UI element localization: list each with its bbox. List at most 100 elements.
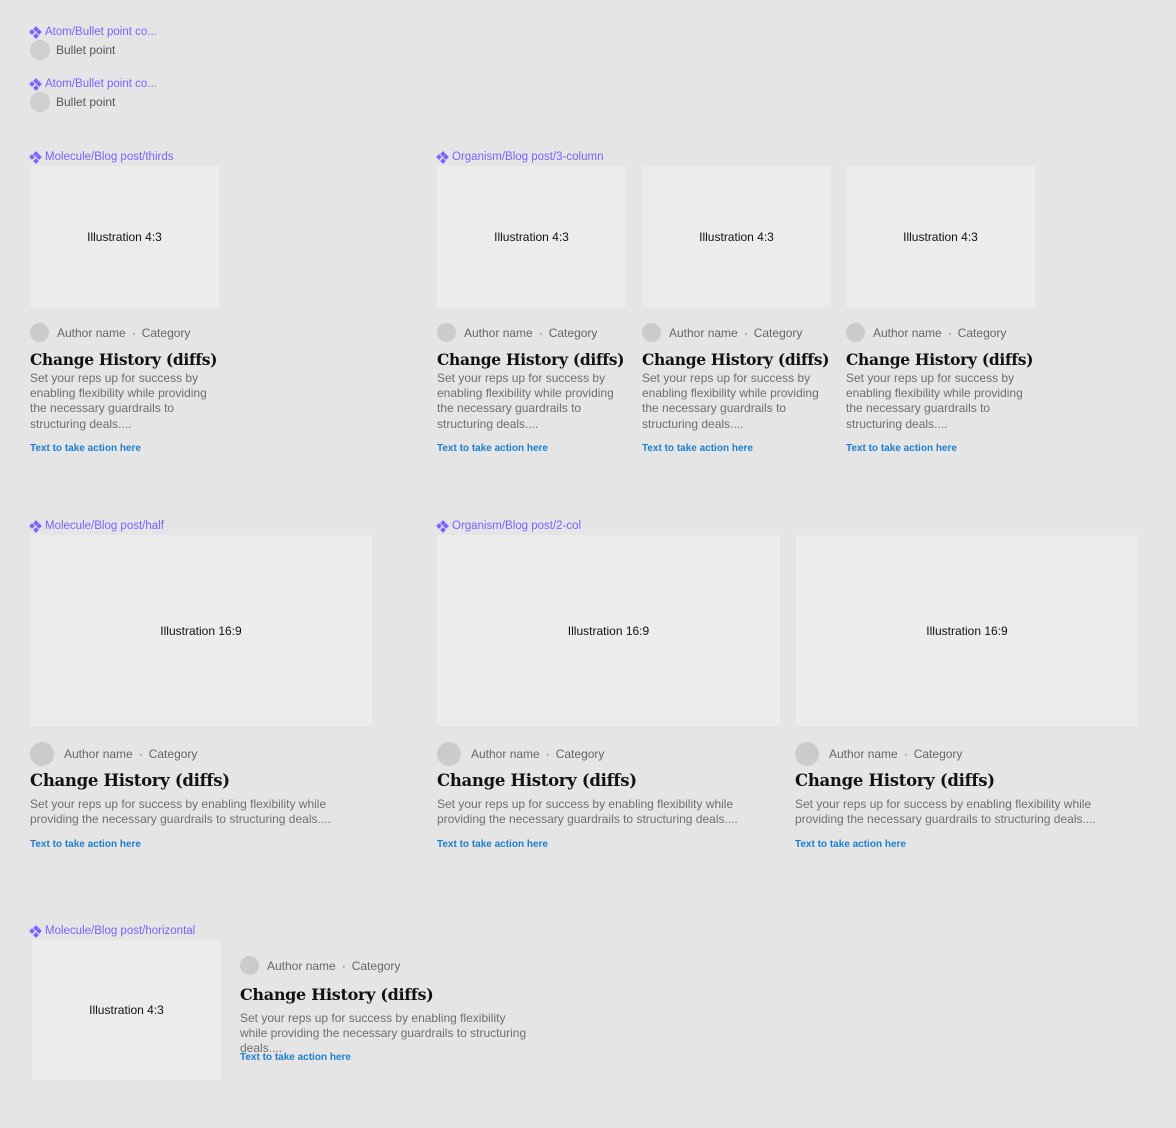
category[interactable]: Category xyxy=(352,959,401,973)
avatar[interactable] xyxy=(437,323,456,342)
bullet-dot-icon xyxy=(30,92,50,112)
action-link[interactable]: Text to take action here xyxy=(437,839,548,850)
post-title[interactable]: Change History (diffs) xyxy=(437,350,625,369)
category[interactable]: Category xyxy=(958,326,1007,340)
bullet-dot-icon xyxy=(30,40,50,60)
category[interactable]: Category xyxy=(914,747,963,761)
post-meta: Author name · Category xyxy=(30,742,197,766)
component-label-text: Atom/Bullet point co... xyxy=(45,78,157,90)
category[interactable]: Category xyxy=(149,747,198,761)
frame-label-thirds[interactable]: Molecule/Blog post/thirds xyxy=(29,150,174,164)
author-name[interactable]: Author name xyxy=(669,326,738,340)
avatar[interactable] xyxy=(240,956,259,975)
category[interactable]: Category xyxy=(549,326,598,340)
component-label-text: Molecule/Blog post/half xyxy=(45,520,164,532)
component-label[interactable]: Atom/Bullet point co... xyxy=(29,25,157,39)
post-excerpt: Set your reps up for success by enabling… xyxy=(30,371,207,431)
post-excerpt: Set your reps up for success by enabling… xyxy=(240,1011,527,1056)
post-excerpt: Set your reps up for success by enabling… xyxy=(437,371,614,431)
component-label[interactable]: Atom/Bullet point co... xyxy=(29,77,157,91)
category[interactable]: Category xyxy=(754,326,803,340)
illustration-placeholder: Illustration 4:3 xyxy=(30,166,219,307)
post-title[interactable]: Change History (diffs) xyxy=(795,771,995,790)
illustration-placeholder: Illustration 16:9 xyxy=(796,535,1138,726)
category[interactable]: Category xyxy=(556,747,605,761)
illustration-placeholder: Illustration 4:3 xyxy=(32,940,221,1080)
frame-label-2-col[interactable]: Organism/Blog post/2-col xyxy=(436,519,582,533)
avatar[interactable] xyxy=(795,742,819,766)
bullet-point-text: Bullet point xyxy=(56,43,116,57)
component-icon xyxy=(29,924,42,938)
post-excerpt: Set your reps up for success by enabling… xyxy=(30,797,331,827)
avatar[interactable] xyxy=(30,742,54,766)
post-excerpt: Set your reps up for success by enabling… xyxy=(642,371,819,431)
illustration-placeholder: Illustration 4:3 xyxy=(642,166,831,307)
meta-separator: · xyxy=(138,747,143,761)
post-title[interactable]: Change History (diffs) xyxy=(846,350,1034,369)
avatar[interactable] xyxy=(846,323,865,342)
component-icon xyxy=(29,150,42,164)
post-title[interactable]: Change History (diffs) xyxy=(30,771,230,790)
meta-separator: · xyxy=(538,325,543,340)
illustration-placeholder: Illustration 4:3 xyxy=(846,166,1035,307)
category[interactable]: Category xyxy=(142,326,191,340)
illustration-label: Illustration 4:3 xyxy=(89,1003,164,1017)
component-label-text: Molecule/Blog post/horizontal xyxy=(45,925,196,937)
author-name[interactable]: Author name xyxy=(57,326,126,340)
illustration-label: Illustration 4:3 xyxy=(699,229,774,244)
component-icon xyxy=(436,150,449,164)
avatar[interactable] xyxy=(30,323,49,342)
component-label-text: Organism/Blog post/2-col xyxy=(452,520,582,532)
bullet-point[interactable]: Bullet point xyxy=(30,92,115,112)
post-title[interactable]: Change History (diffs) xyxy=(642,350,830,369)
illustration-label: Illustration 16:9 xyxy=(926,623,1008,638)
post-meta: Author name · Category xyxy=(795,742,962,766)
post-meta: Author name · Category xyxy=(437,742,604,766)
action-link[interactable]: Text to take action here xyxy=(30,839,141,850)
meta-separator: · xyxy=(947,325,952,340)
post-meta: Author name · Category xyxy=(642,323,802,342)
frame-label-half[interactable]: Molecule/Blog post/half xyxy=(29,519,164,533)
post-excerpt: Set your reps up for success by enabling… xyxy=(437,797,738,827)
component-icon xyxy=(29,25,42,39)
meta-separator: · xyxy=(903,747,908,761)
author-name[interactable]: Author name xyxy=(267,959,336,973)
author-name[interactable]: Author name xyxy=(829,747,898,761)
action-link[interactable]: Text to take action here xyxy=(642,443,753,454)
avatar[interactable] xyxy=(437,742,461,766)
illustration-placeholder: Illustration 16:9 xyxy=(30,535,372,726)
component-icon xyxy=(29,519,42,533)
illustration-label: Illustration 4:3 xyxy=(903,229,978,244)
illustration-label: Illustration 16:9 xyxy=(567,623,650,638)
component-icon xyxy=(436,519,449,533)
action-link[interactable]: Text to take action here xyxy=(437,443,548,454)
action-link[interactable]: Text to take action here xyxy=(795,839,906,850)
component-label-text: Organism/Blog post/3-column xyxy=(452,151,604,163)
action-link[interactable]: Text to take action here xyxy=(30,443,141,454)
frame-label-horizontal[interactable]: Molecule/Blog post/horizontal xyxy=(29,924,196,938)
bullet-point[interactable]: Bullet point xyxy=(30,40,115,60)
component-icon xyxy=(29,77,42,91)
illustration-label: Illustration 4:3 xyxy=(87,229,162,244)
frame-label-3-column[interactable]: Organism/Blog post/3-column xyxy=(436,150,604,164)
component-label-text: Atom/Bullet point co... xyxy=(45,26,157,38)
post-meta: Author name · Category xyxy=(30,323,190,342)
author-name[interactable]: Author name xyxy=(873,326,942,340)
post-title[interactable]: Change History (diffs) xyxy=(437,771,637,790)
meta-separator: · xyxy=(545,747,550,761)
avatar[interactable] xyxy=(642,323,661,342)
bullet-point-text: Bullet point xyxy=(56,95,116,109)
author-name[interactable]: Author name xyxy=(464,326,533,340)
component-label-text: Molecule/Blog post/thirds xyxy=(45,151,174,163)
illustration-placeholder: Illustration 16:9 xyxy=(437,535,780,726)
post-meta: Author name · Category xyxy=(846,323,1006,342)
author-name[interactable]: Author name xyxy=(64,747,133,761)
author-name[interactable]: Author name xyxy=(471,747,540,761)
illustration-label: Illustration 4:3 xyxy=(494,229,569,244)
action-link[interactable]: Text to take action here xyxy=(846,443,957,454)
illustration-label: Illustration 16:9 xyxy=(160,623,242,638)
action-link[interactable]: Text to take action here xyxy=(240,1052,351,1063)
post-title[interactable]: Change History (diffs) xyxy=(30,350,218,369)
post-title[interactable]: Change History (diffs) xyxy=(240,985,434,1004)
post-excerpt: Set your reps up for success by enabling… xyxy=(795,797,1096,827)
